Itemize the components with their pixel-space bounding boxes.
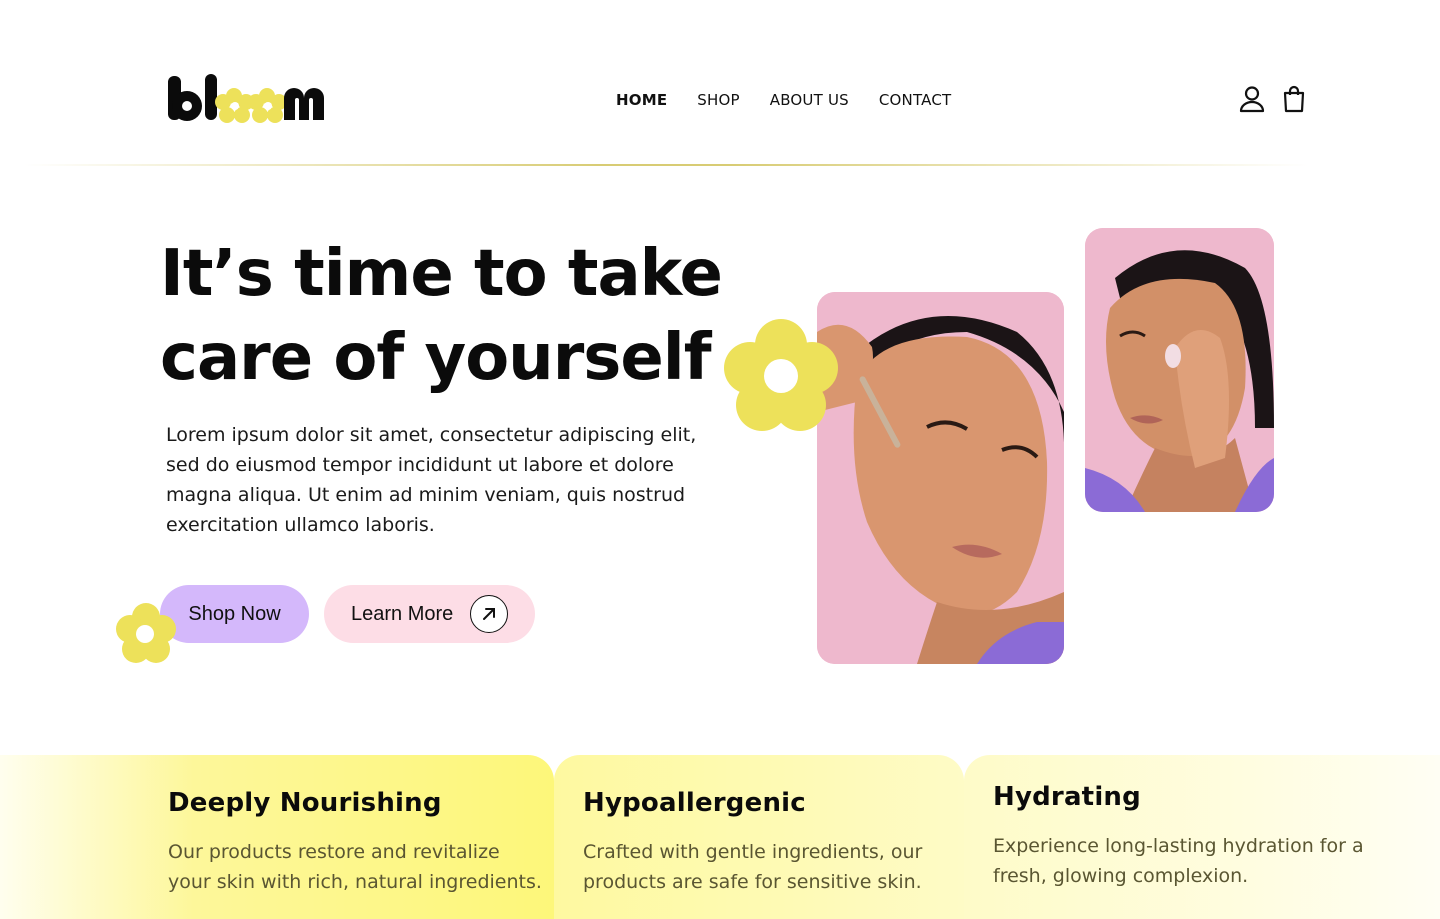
flower-decoration-icon: [114, 602, 178, 666]
hero-photo-cream: [1085, 228, 1274, 512]
feature-title: Hydrating: [993, 782, 1141, 812]
flower-decoration-large-icon: [722, 318, 840, 436]
arrow-up-right-icon: [470, 595, 508, 633]
feature-text: Experience long-lasting hydration for a …: [993, 835, 1364, 887]
feature-card-nourishing: Deeply Nourishing Our products restore a…: [0, 755, 554, 919]
user-icon[interactable]: [1238, 84, 1266, 114]
feature-title: Hypoallergenic: [583, 788, 806, 818]
shopping-bag-icon[interactable]: [1280, 84, 1308, 114]
learn-more-button[interactable]: Learn More: [324, 585, 535, 643]
bloom-logo[interactable]: [166, 70, 326, 128]
feature-text: Our products restore and revitalize your…: [168, 841, 542, 893]
features-section: Deeply Nourishing Our products restore a…: [0, 755, 1440, 919]
feature-card-hydrating: Hydrating Experience long-lasting hydrat…: [964, 755, 1440, 919]
nav-home[interactable]: HOME: [616, 88, 667, 112]
learn-more-label: Learn More: [351, 602, 454, 625]
hero-title: It’s time to take care of yourself: [160, 232, 800, 400]
shop-now-button[interactable]: Shop Now: [160, 585, 309, 643]
nav-contact[interactable]: CONTACT: [879, 88, 952, 112]
nav-shop[interactable]: SHOP: [697, 88, 739, 112]
feature-title: Deeply Nourishing: [168, 788, 442, 818]
feature-card-hypoallergenic: Hypoallergenic Crafted with gentle ingre…: [554, 755, 964, 919]
header-divider: [24, 164, 1308, 166]
hero-title-line-1: It’s time to take: [160, 237, 723, 311]
main-nav: HOME SHOP ABOUT US CONTACT: [616, 88, 951, 112]
feature-text: Crafted with gentle ingredients, our pro…: [583, 841, 923, 893]
hero-description: Lorem ipsum dolor sit amet, consectetur …: [166, 424, 697, 536]
hero-photo-serum: [817, 292, 1064, 664]
header-actions: [1238, 84, 1308, 114]
hero-title-line-2: care of yourself: [160, 321, 712, 395]
nav-about-us[interactable]: ABOUT US: [770, 88, 849, 112]
